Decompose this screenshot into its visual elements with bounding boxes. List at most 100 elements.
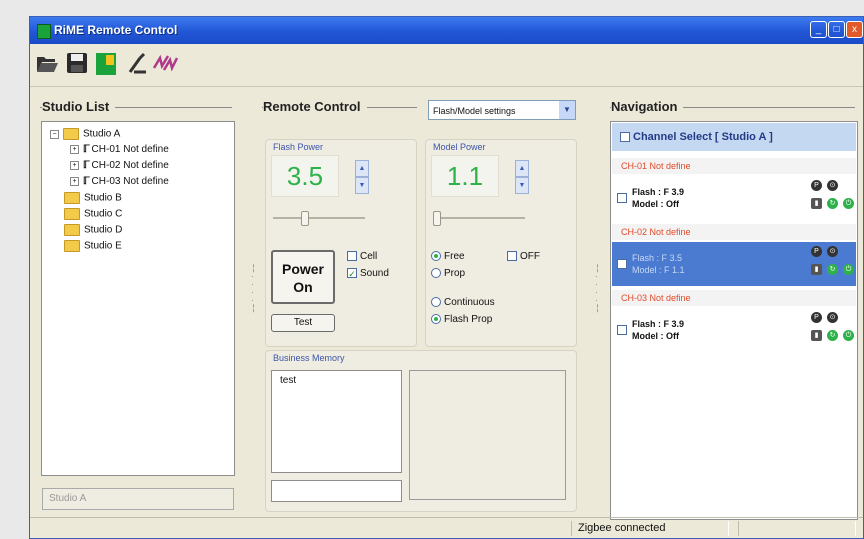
power-icon[interactable]: ⏻: [843, 330, 854, 341]
chevron-down-icon[interactable]: ▼: [559, 101, 575, 119]
off-checkbox-box[interactable]: [507, 251, 517, 262]
continuous-radio-dot[interactable]: [431, 297, 441, 308]
app-icon: [37, 24, 51, 39]
flash-device-icon: ℾ: [83, 160, 90, 171]
model-power-up-button[interactable]: ▲: [515, 160, 529, 177]
power-on-button[interactable]: Power On: [271, 250, 335, 304]
model-power-down-button[interactable]: ▼: [515, 177, 529, 194]
free-radio-dot[interactable]: [431, 251, 441, 262]
trash-icon[interactable]: ▮: [811, 330, 822, 341]
trash-icon[interactable]: ▮: [811, 198, 822, 209]
folder-icon: [63, 128, 79, 140]
studio-list-label: Studio List: [42, 99, 116, 114]
remote-control-label: Remote Control: [263, 99, 367, 114]
off-checkbox[interactable]: OFF: [507, 251, 540, 262]
continuous-radio[interactable]: Continuous: [431, 297, 495, 308]
channel-checkbox[interactable]: [617, 259, 627, 269]
tree-item-studio-c[interactable]: Studio C: [64, 208, 122, 223]
settings-icon[interactable]: ⊙: [827, 312, 838, 323]
memory-preview: [409, 370, 566, 500]
channel-select-header[interactable]: Channel Select [ Studio A ]: [612, 123, 856, 151]
expand-icon[interactable]: +: [70, 160, 79, 170]
refresh-icon[interactable]: ↻: [827, 198, 838, 209]
toolbar: [30, 44, 863, 87]
tree-item-studio-d[interactable]: Studio D: [64, 224, 122, 239]
expand-icon[interactable]: +: [70, 176, 79, 186]
flash-prop-radio[interactable]: Flash Prop: [431, 314, 492, 325]
channel-header-ch02: CH-02 Not define: [612, 224, 856, 240]
sound-checkbox[interactable]: ✓ Sound: [347, 268, 389, 279]
folder-icon: [64, 240, 80, 252]
flash-power-down-button[interactable]: ▼: [355, 177, 369, 194]
window-title: RiME Remote Control: [54, 23, 178, 37]
model-power-slider[interactable]: [433, 217, 525, 219]
tree-item-studio-b[interactable]: Studio B: [64, 192, 122, 207]
maximize-button[interactable]: □: [828, 21, 845, 38]
minimize-button[interactable]: _: [810, 21, 827, 38]
channel-row-ch03[interactable]: Flash : F 3.9 Model : Off P ⊙ ▮ ↻ ⏻: [612, 308, 856, 352]
rime-logo-icon[interactable]: [93, 52, 119, 78]
channel-select-checkbox[interactable]: [620, 132, 630, 143]
close-button[interactable]: x: [846, 21, 863, 38]
status-cell-empty: [738, 521, 856, 536]
link-icon[interactable]: [152, 52, 179, 78]
model-power-slider-handle[interactable]: [433, 211, 441, 226]
status-bar: Zigbee connected: [30, 517, 863, 538]
tree-item-channel[interactable]: + ℾ CH-02 Not define: [70, 160, 169, 175]
p-icon[interactable]: P: [811, 180, 822, 191]
flash-power-value: 3.5: [271, 155, 339, 197]
cell-checkbox-box[interactable]: [347, 251, 357, 262]
navigation-label: Navigation: [611, 99, 684, 114]
settings-icon[interactable]: ⊙: [827, 180, 838, 191]
trash-icon[interactable]: ▮: [811, 264, 822, 275]
prop-radio[interactable]: Prop: [431, 268, 465, 279]
channel-row-ch02[interactable]: Flash : F 3.5 Model : F 1.1 P ⊙ ▮ ↻ ⏻: [612, 242, 856, 286]
left-splitter[interactable]: ╎ · · · · ╎: [251, 265, 256, 313]
power-icon[interactable]: ⏻: [843, 264, 854, 275]
channel-checkbox[interactable]: [617, 325, 627, 335]
open-folder-icon[interactable]: [34, 52, 60, 78]
channel-header-ch01: CH-01 Not define: [612, 158, 856, 174]
flash-power-slider[interactable]: [273, 217, 365, 219]
channel-status: Flash : F 3.5 Model : F 1.1: [632, 253, 685, 275]
refresh-icon[interactable]: ↻: [827, 330, 838, 341]
save-icon[interactable]: [64, 52, 90, 78]
channel-checkbox[interactable]: [617, 193, 627, 203]
channel-navigation-panel: Channel Select [ Studio A ] CH-01 Not de…: [610, 121, 858, 520]
cell-checkbox[interactable]: Cell: [347, 251, 377, 262]
right-splitter[interactable]: ╎ · · · · ╎: [595, 265, 600, 313]
settings-icon[interactable]: ⊙: [827, 246, 838, 257]
channel-header-ch03: CH-03 Not define: [612, 290, 856, 306]
free-radio[interactable]: Free: [431, 251, 465, 262]
expand-icon[interactable]: +: [70, 144, 79, 154]
tree-item-studio-e[interactable]: Studio E: [64, 240, 122, 255]
flash-power-slider-handle[interactable]: [301, 211, 309, 226]
sound-checkbox-box[interactable]: ✓: [347, 268, 357, 279]
tree-item-studio-a[interactable]: − Studio A: [50, 128, 120, 143]
prop-radio-dot[interactable]: [431, 268, 441, 279]
business-memory-label: Business Memory: [273, 353, 345, 363]
flash-power-up-button[interactable]: ▲: [355, 160, 369, 177]
app-window: RiME Remote Control _ □ x Studio List − S…: [29, 16, 864, 539]
title-bar[interactable]: RiME Remote Control _ □ x: [30, 17, 863, 44]
memory-name-input[interactable]: [271, 480, 402, 502]
selected-studio-field[interactable]: Studio A: [42, 488, 234, 510]
studio-tree[interactable]: − Studio A + ℾ CH-01 Not define + ℾ CH-02 Not…: [41, 121, 235, 476]
tree-item-channel[interactable]: + ℾ CH-01 Not define: [70, 144, 169, 159]
folder-icon: [64, 224, 80, 236]
refresh-icon[interactable]: ↻: [827, 264, 838, 275]
test-button[interactable]: Test: [271, 314, 335, 332]
p-icon[interactable]: P: [811, 246, 822, 257]
memory-list[interactable]: test: [271, 370, 402, 473]
flash-device-icon: ℾ: [83, 176, 90, 187]
collapse-icon[interactable]: −: [50, 129, 59, 139]
tools-icon[interactable]: [124, 52, 150, 78]
model-power-value: 1.1: [431, 155, 499, 197]
mode-select[interactable]: Flash/Model settings ▼: [428, 100, 576, 120]
power-icon[interactable]: ⏻: [843, 198, 854, 209]
channel-row-ch01[interactable]: Flash : F 3.9 Model : Off P ⊙ ▮ ↻ ⏻: [612, 176, 856, 220]
p-icon[interactable]: P: [811, 312, 822, 323]
flash-prop-radio-dot[interactable]: [431, 314, 441, 325]
memory-list-item[interactable]: test: [280, 375, 296, 386]
tree-item-channel[interactable]: + ℾ CH-03 Not define: [70, 176, 169, 191]
